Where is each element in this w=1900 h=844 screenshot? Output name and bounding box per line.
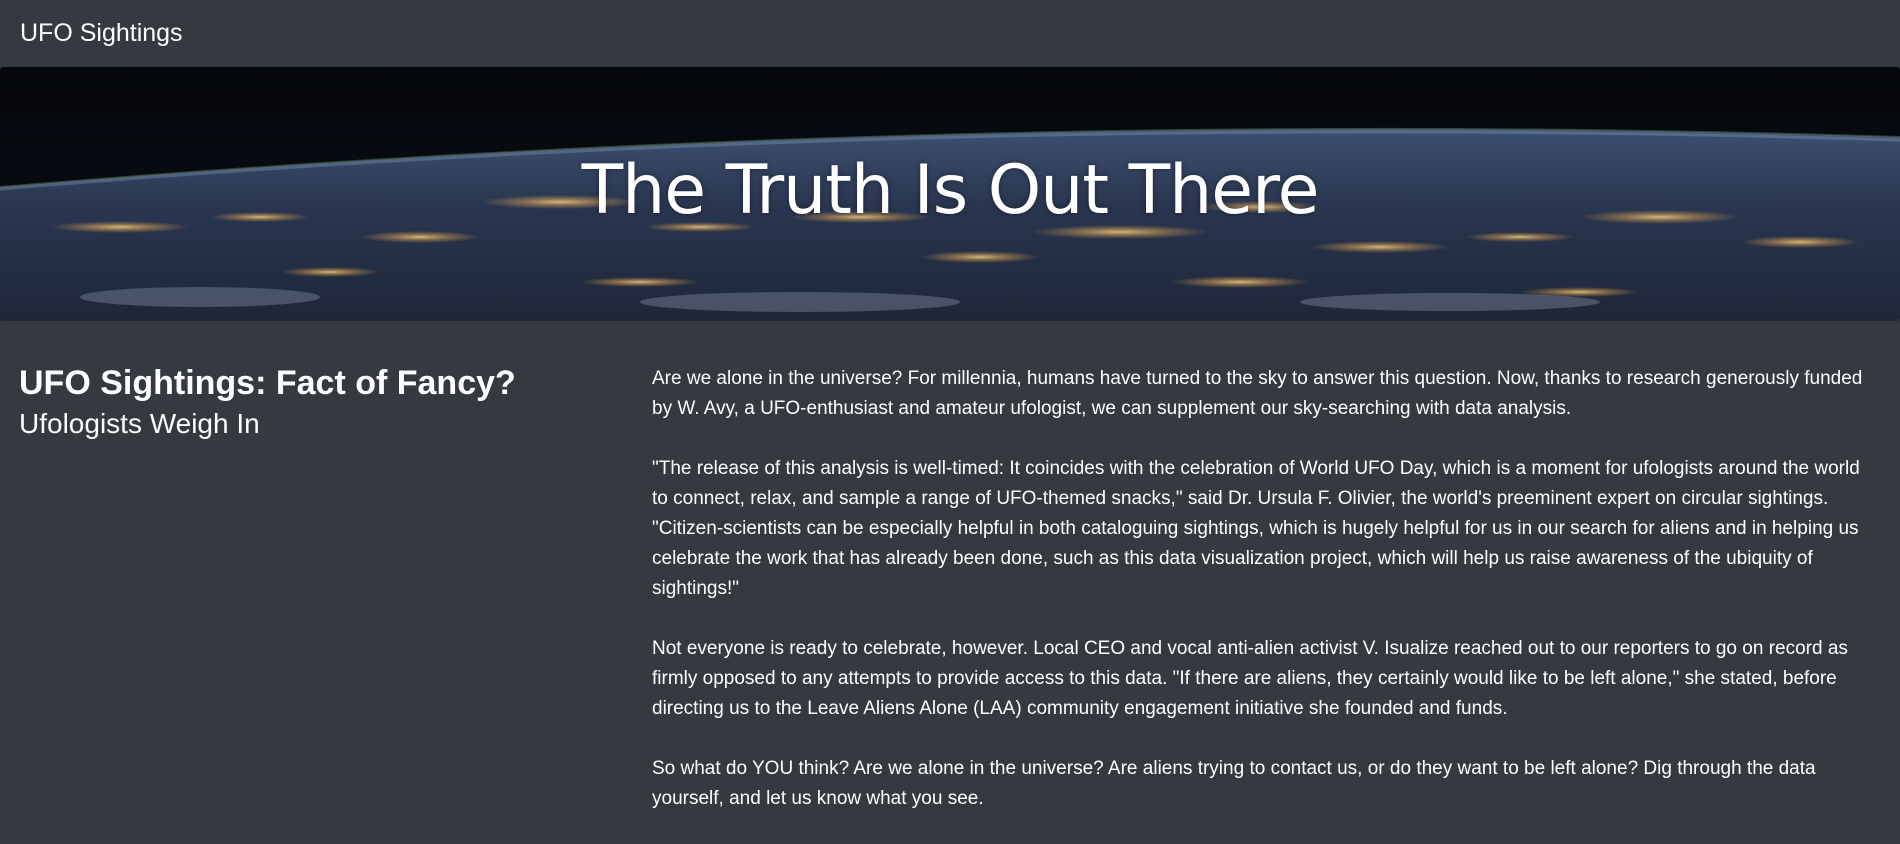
navbar-brand-link[interactable]: UFO Sightings: [20, 18, 183, 48]
article-paragraph: Not everyone is ready to celebrate, howe…: [652, 638, 1848, 719]
article-title: UFO Sightings: Fact of Fancy?: [19, 364, 516, 402]
article-paragraph: Are we alone in the universe? For millen…: [652, 368, 1863, 419]
article-paragraph: "The release of this analysis is well-ti…: [652, 458, 1860, 599]
article-subtitle: Ufologists Weigh In: [19, 408, 260, 439]
article-heading: UFO Sightings: Fact of Fancy? Ufologists…: [19, 362, 619, 442]
navbar: UFO Sightings: [0, 0, 1900, 67]
article-paragraph: So what do YOU think? Are we alone in th…: [652, 758, 1816, 809]
article-body: Are we alone in the universe? For millen…: [652, 364, 1880, 844]
hero-title: The Truth Is Out There: [581, 151, 1320, 230]
hero-jumbotron: The Truth Is Out There: [0, 67, 1900, 321]
